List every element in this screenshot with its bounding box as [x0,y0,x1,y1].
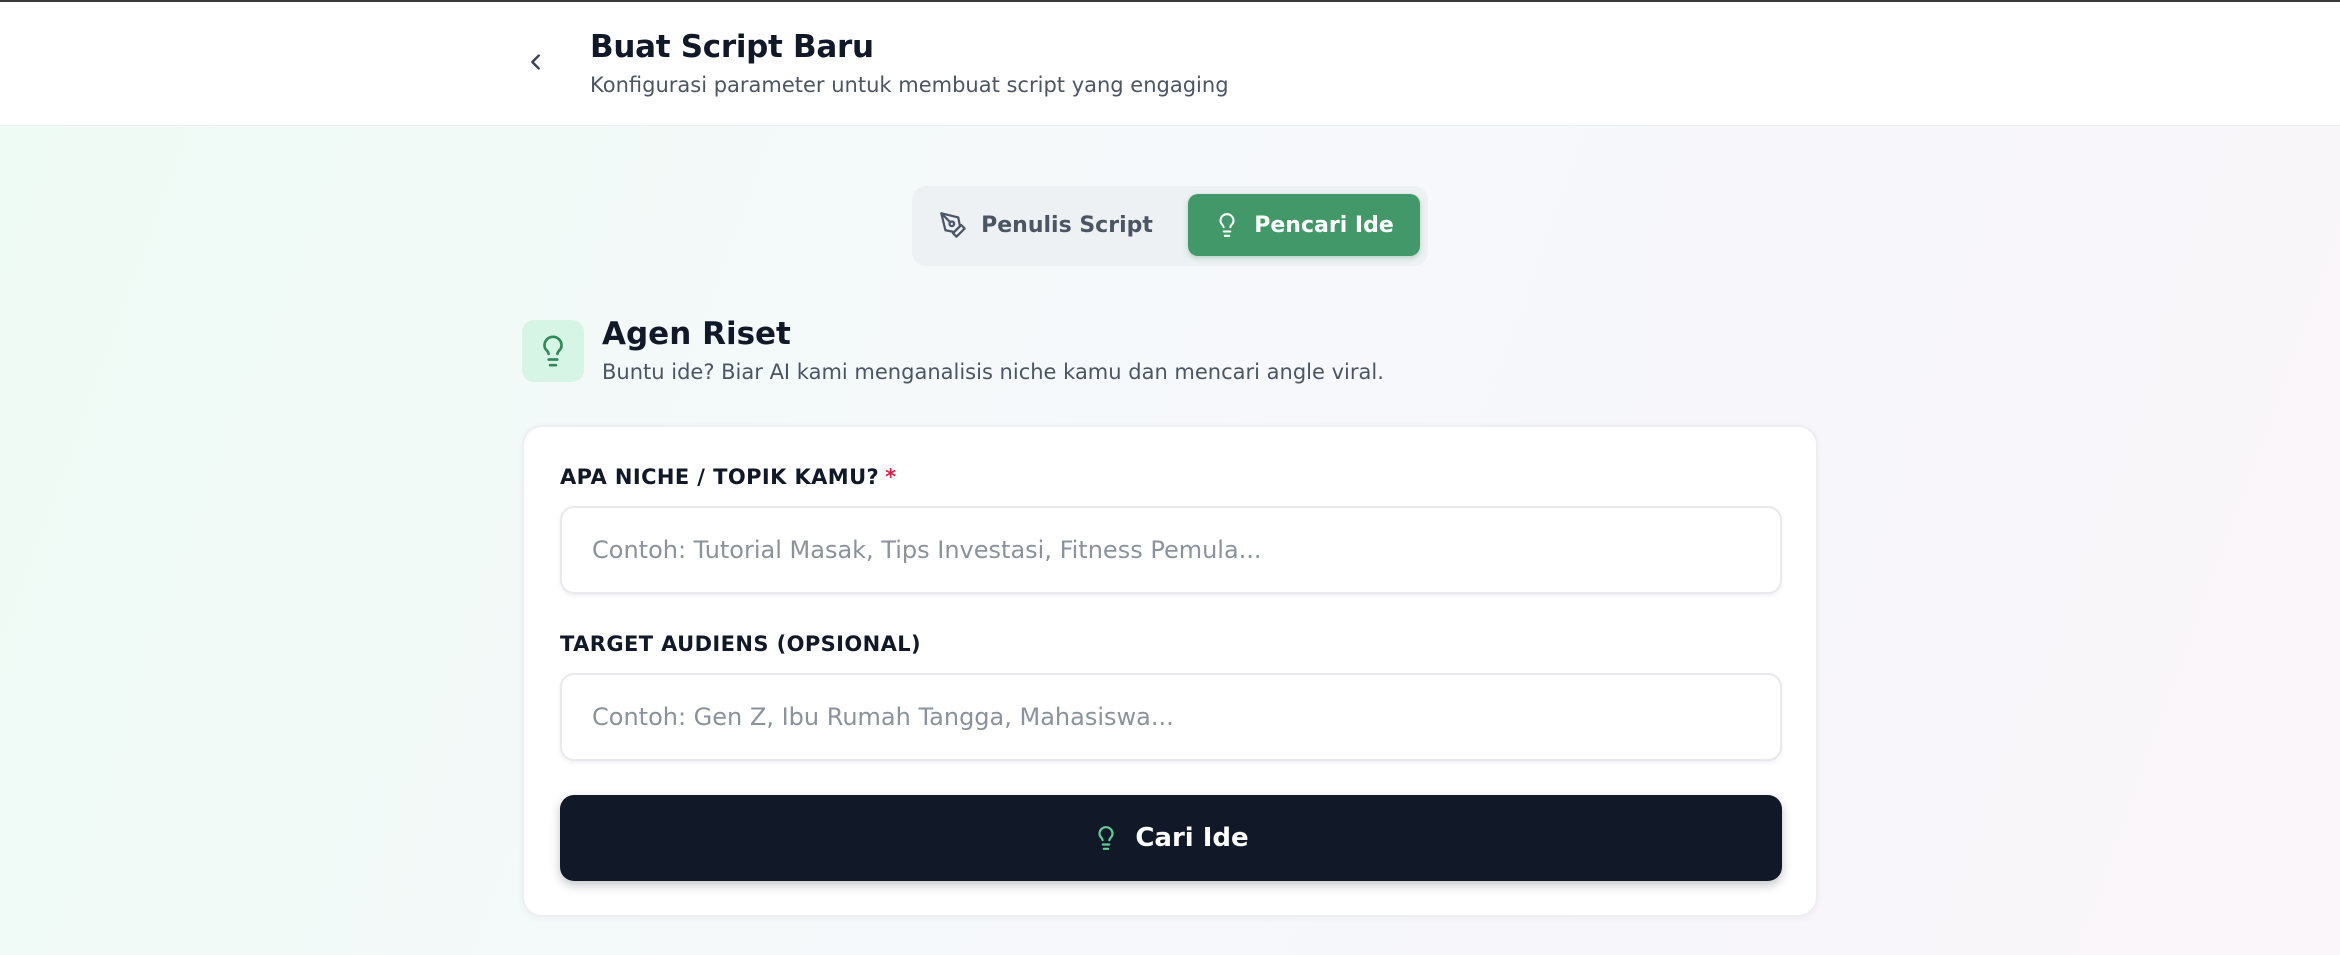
section-icon-badge [522,320,584,382]
lightbulb-icon [543,335,563,367]
page-subtitle: Konfigurasi parameter untuk membuat scri… [590,73,1229,97]
tab-penulis-script[interactable]: Penulis Script [928,194,1164,256]
page-header: Buat Script Baru Konfigurasi parameter u… [0,2,2340,126]
cari-ide-label: Cari Ide [1135,823,1249,853]
tab-label: Penulis Script [981,212,1153,238]
niche-label: APA NICHE / TOPIK KAMU? * [560,465,897,489]
niche-label-text: APA NICHE / TOPIK KAMU? [560,465,880,489]
research-form-card: APA NICHE / TOPIK KAMU?* TARGET AUDIENS … [522,425,1818,917]
section-description: Buntu ide? Biar AI kami menganalisis nic… [602,360,1384,384]
tab-pencari-ide[interactable]: Pencari Ide [1188,194,1420,256]
section-title: Agen Riset [602,316,791,352]
lightbulb-icon [1219,213,1235,237]
niche-input[interactable] [560,506,1782,594]
lightbulb-icon [1098,826,1114,850]
mode-toggle: Penulis Script Pencari Ide [912,186,1428,266]
back-button[interactable] [518,44,554,80]
page-title: Buat Script Baru [590,29,874,65]
required-mark: * [885,465,897,489]
audience-input[interactable] [560,673,1782,761]
cari-ide-button[interactable]: Cari Ide [560,795,1782,881]
tab-label: Pencari Ide [1254,212,1394,238]
audience-label: TARGET AUDIENS (OPSIONAL) [560,632,922,656]
pen-tool-icon [940,212,966,238]
chevron-left-icon [531,54,540,70]
